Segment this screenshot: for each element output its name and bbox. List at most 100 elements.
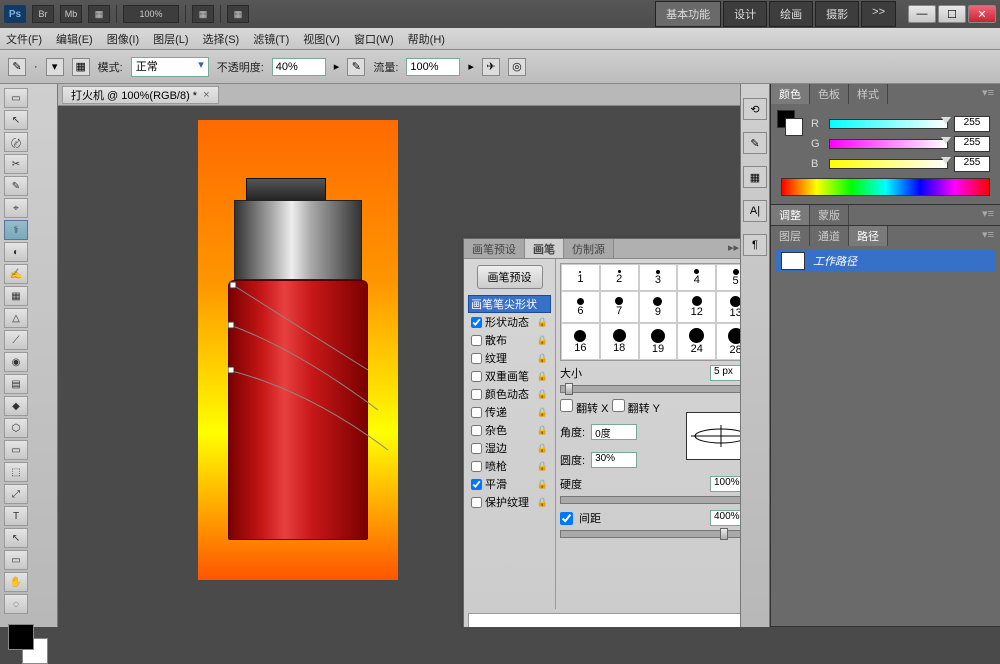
brush-tip[interactable]: 4 [677,264,716,291]
brush-option-5[interactable]: 颜色动态🔒 [468,385,551,403]
airbrush-icon[interactable]: ✈ [482,58,500,76]
angle-preview[interactable] [686,412,740,460]
document-tab[interactable]: 打火机 @ 100%(RGB/8) * × [62,86,219,104]
brush-tip[interactable]: 9 [639,291,678,323]
brush-option-3[interactable]: 纹理🔒 [468,349,551,367]
tab-styles[interactable]: 样式 [849,84,888,104]
paragraph-icon[interactable]: ¶ [743,234,767,256]
workspace-tab-essentials[interactable]: 基本功能 [655,1,721,27]
panel-menu-icon[interactable]: ▾≡ [976,205,1000,225]
path-item[interactable]: 工作路径 [775,250,996,272]
menu-image[interactable]: 图像(I) [107,31,139,47]
tab-paths[interactable]: 路径 [849,226,888,246]
spacing-checkbox[interactable] [560,512,573,525]
panel-menu-icon[interactable]: ▸▸ ▾≡ [722,239,740,258]
zoom-level[interactable]: 100% [123,5,179,23]
flow-input[interactable]: 100% [406,58,460,76]
tab-color[interactable]: 颜色 [771,84,810,104]
menu-help[interactable]: 帮助(H) [408,31,445,47]
tool-12[interactable]: ◉ [4,352,28,372]
maximize-button[interactable]: ☐ [938,5,966,23]
color-slider-r[interactable]: R255 [811,116,990,132]
workspace-more[interactable]: >> [861,1,896,27]
tab-brush-presets[interactable]: 画笔预设 [464,239,525,258]
tool-18[interactable]: ⤢ [4,484,28,504]
canvas[interactable]: 画笔预设 画笔 仿制源 ▸▸ ▾≡ 画笔预设 画笔笔尖形状 形状动态🔒 散布🔒 … [58,106,740,627]
tab-brush[interactable]: 画笔 [525,239,564,258]
tool-11[interactable]: ⟋ [4,330,28,350]
menu-window[interactable]: 窗口(W) [354,31,394,47]
brush-tip[interactable]: 19 [639,323,678,360]
menu-view[interactable]: 视图(V) [303,31,340,47]
tool-16[interactable]: ▭ [4,440,28,460]
tool-13[interactable]: ▤ [4,374,28,394]
close-tab-icon[interactable]: × [203,89,209,101]
brush-tip[interactable]: 13 [716,291,740,323]
tool-19[interactable]: T [4,506,28,526]
tool-14[interactable]: ◆ [4,396,28,416]
brush-tip-grid[interactable]: 1234567912131618192428 [560,263,740,361]
brush-tip[interactable]: 24 [677,323,716,360]
tool-4[interactable]: ✎ [4,176,28,196]
brush-option-8[interactable]: 湿边🔒 [468,439,551,457]
tool-22[interactable]: ✋ [4,572,28,592]
brush-option-7[interactable]: 杂色🔒 [468,421,551,439]
brush-preset-button[interactable]: 画笔预设 [477,265,543,289]
tool-8[interactable]: ✍ [4,264,28,284]
bridge-icon[interactable]: Br [32,5,54,23]
mb-icon[interactable]: Mb [60,5,82,23]
workspace-tab-painting[interactable]: 绘画 [769,1,813,27]
screen-mode-icon[interactable]: ▦ [227,5,249,23]
brush-tip[interactable]: 5 [716,264,740,291]
view-grid-icon[interactable]: ▦ [88,5,110,23]
brush-option-9[interactable]: 喷枪🔒 [468,457,551,475]
brush-tip[interactable]: 18 [600,323,639,360]
char-icon[interactable]: A| [743,200,767,222]
color-slider-b[interactable]: B255 [811,156,990,172]
roundness-input[interactable]: 30% [591,452,637,468]
tool-10[interactable]: △ [4,308,28,328]
tab-channels[interactable]: 通道 [810,226,849,246]
brush-tip[interactable]: 2 [600,264,639,291]
color-spectrum[interactable] [781,178,990,196]
panel-menu-icon[interactable]: ▾≡ [976,226,1000,246]
tool-0[interactable]: ▭ [4,88,28,108]
brush-option-11[interactable]: 保护纹理🔒 [468,493,551,511]
hardness-slider[interactable] [560,496,740,504]
close-button[interactable]: ✕ [968,5,996,23]
tab-swatches[interactable]: 色板 [810,84,849,104]
brush-option-0[interactable]: 画笔笔尖形状 [468,295,551,313]
tool-17[interactable]: ⬚ [4,462,28,482]
blend-mode-select[interactable]: 正常 [131,57,209,77]
brush-tip[interactable]: 28 [716,323,740,360]
tool-6[interactable]: ⚕ [4,220,28,240]
flip-y-checkbox[interactable] [612,399,625,412]
tab-clone-source[interactable]: 仿制源 [564,239,614,258]
panel-menu-icon[interactable]: ▾≡ [976,84,1000,104]
size-slider[interactable] [560,385,740,393]
swatches-icon[interactable]: ▦ [743,166,767,188]
brush-tip[interactable]: 6 [561,291,600,323]
minimize-button[interactable]: — [908,5,936,23]
tool-7[interactable]: ◐ [4,242,28,262]
color-slider-g[interactable]: G255 [811,136,990,152]
brush-option-6[interactable]: 传递🔒 [468,403,551,421]
tool-3[interactable]: ✂ [4,154,28,174]
brush-panel-toggle[interactable]: ▦ [72,58,90,76]
menu-edit[interactable]: 编辑(E) [56,31,93,47]
tab-adjustments[interactable]: 调整 [771,205,810,225]
tab-layers[interactable]: 图层 [771,226,810,246]
brush-tip[interactable]: 1 [561,264,600,291]
tool-15[interactable]: ⬡ [4,418,28,438]
history-icon[interactable]: ⟲ [743,98,767,120]
brush-option-2[interactable]: 散布🔒 [468,331,551,349]
brush-tip[interactable]: 7 [600,291,639,323]
tablet-size-icon[interactable]: ◎ [508,58,526,76]
opacity-input[interactable]: 40% [272,58,326,76]
tool-2[interactable]: 〄 [4,132,28,152]
brush-option-1[interactable]: 形状动态🔒 [468,313,551,331]
brush-tool-icon[interactable]: ✎ [8,58,26,76]
fg-color-swatch[interactable] [8,624,34,650]
brush-tip[interactable]: 16 [561,323,600,360]
brush-option-10[interactable]: 平滑🔒 [468,475,551,493]
